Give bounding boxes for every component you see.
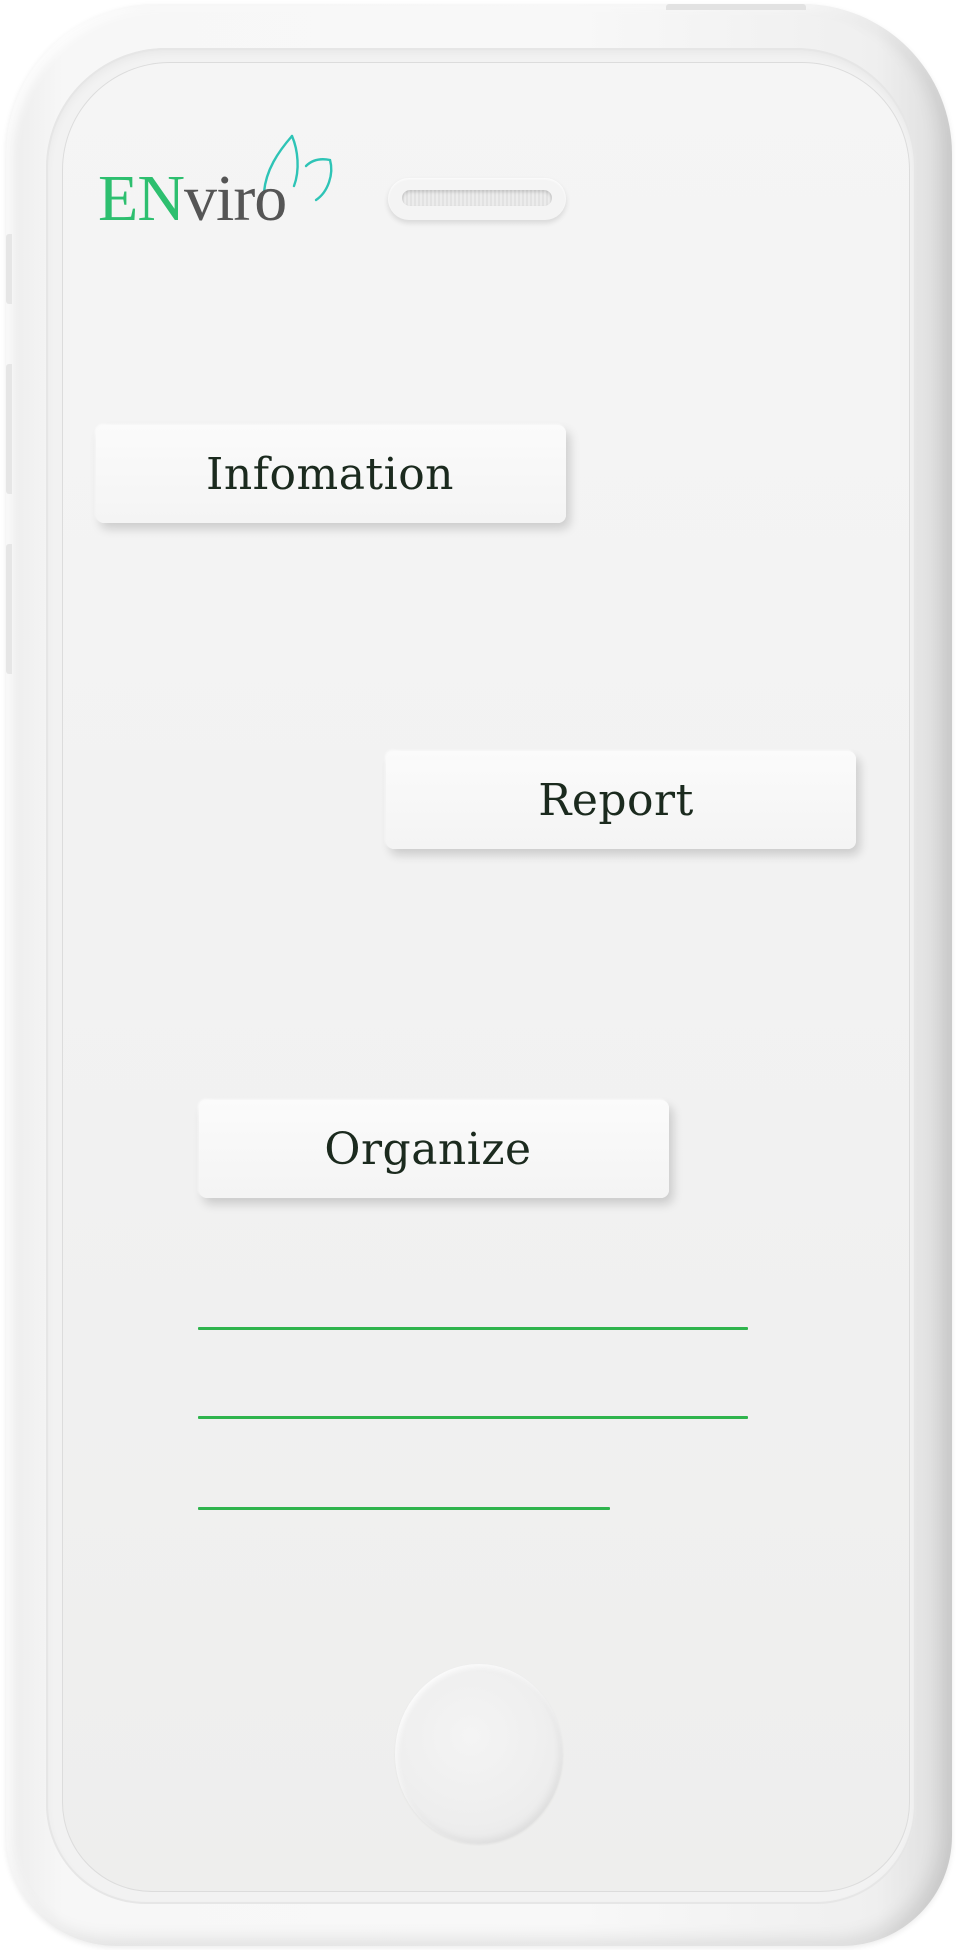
side-button xyxy=(6,364,12,494)
organize-button[interactable]: Organize xyxy=(199,1100,669,1198)
information-button[interactable]: Infomation xyxy=(96,425,566,523)
logo-text-viro: viro xyxy=(183,162,287,235)
report-button[interactable]: Report xyxy=(386,751,856,849)
placeholder-line xyxy=(198,1327,748,1330)
enviro-logo: ENviro xyxy=(98,130,338,240)
app-screen xyxy=(62,62,910,1892)
information-button-label: Infomation xyxy=(205,448,455,500)
speaker-grill xyxy=(388,178,566,220)
logo-wordmark: ENviro xyxy=(98,162,287,235)
home-button[interactable] xyxy=(395,1664,563,1844)
top-button xyxy=(666,4,806,10)
speaker-mesh xyxy=(402,190,552,206)
side-button xyxy=(6,544,12,674)
organize-button-label: Organize xyxy=(324,1123,532,1175)
logo-text-en: EN xyxy=(98,162,185,235)
report-button-label: Report xyxy=(538,774,694,826)
placeholder-line xyxy=(198,1507,610,1510)
placeholder-line xyxy=(198,1416,748,1419)
side-button xyxy=(6,234,12,304)
